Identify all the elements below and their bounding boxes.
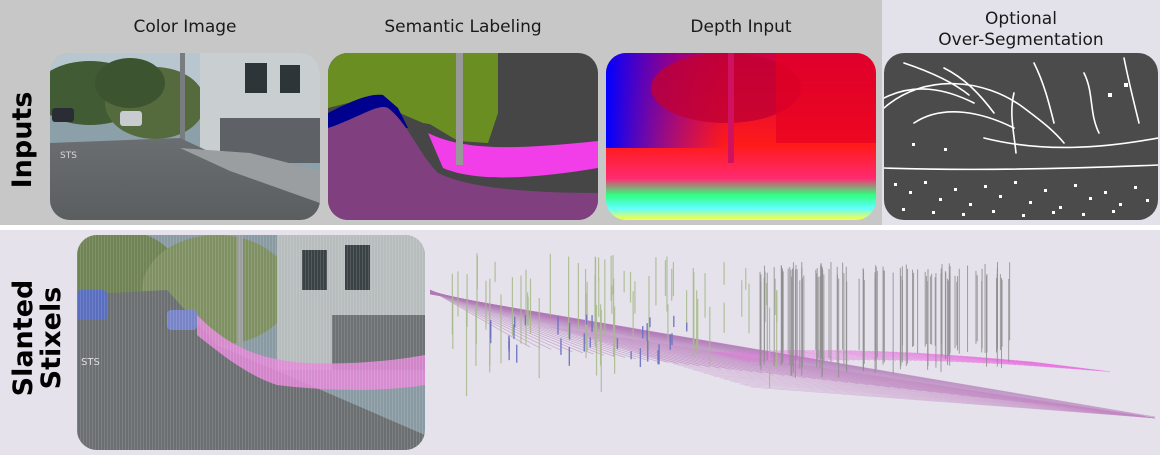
svg-text:STS: STS xyxy=(60,151,77,161)
row-label-stixels: Stixels xyxy=(36,286,67,390)
title-optional: Optional xyxy=(985,9,1057,29)
title-depth-input: Depth Input xyxy=(690,17,792,37)
title-over-segmentation-text: Over-Segmentation xyxy=(938,30,1104,50)
stixel-3d-view xyxy=(430,232,1160,452)
stixel-overlay-panel: STS xyxy=(77,235,425,450)
color-image-panel: STS xyxy=(50,53,320,220)
row-label-slanted: Slanted xyxy=(8,279,39,397)
title-over-segmentation: Optional Over-Segmentation xyxy=(884,9,1158,51)
depth-input-panel xyxy=(606,53,876,220)
row-label-slanted-stixels: Slanted Stixels xyxy=(8,278,67,398)
over-segmentation-panel xyxy=(884,53,1158,220)
semantic-labeling-panel xyxy=(328,53,598,220)
title-color-image: Color Image xyxy=(133,17,237,37)
title-semantic-labeling: Semantic Labeling xyxy=(384,17,542,37)
row-label-inputs: Inputs xyxy=(7,91,38,189)
